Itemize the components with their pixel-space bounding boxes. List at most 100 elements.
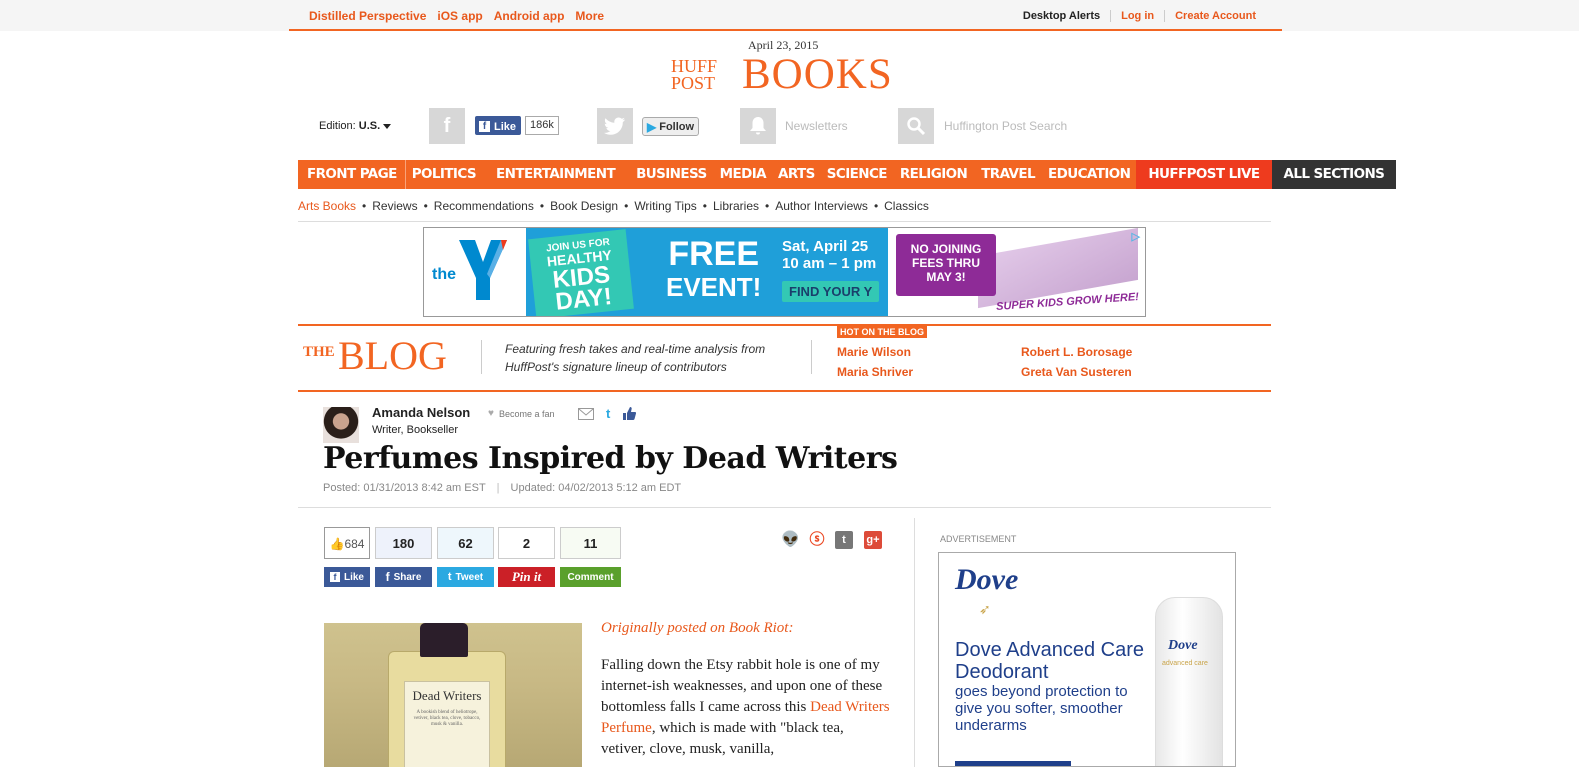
blog-tagline: Featuring fresh takes and real-time anal… (505, 342, 766, 374)
nav-all-sections[interactable]: ALL SECTIONS (1271, 160, 1397, 189)
nav-religion[interactable]: RELIGION (893, 160, 974, 189)
adchoices-icon[interactable]: ▷ (1132, 230, 1140, 243)
login-link[interactable]: Log in (1111, 10, 1166, 22)
twitter-follow-button[interactable]: ▶ Follow (642, 117, 700, 136)
side-ad[interactable]: Dove ➶ Dove Advanced Care Deodorant goes… (938, 552, 1236, 767)
article-headline: Perfumes Inspired by Dead Writers (323, 441, 898, 476)
twitter-follow-label: Follow (659, 120, 695, 133)
like-count-box: 👍684 (324, 527, 370, 559)
become-fan-label: Become a fan (498, 408, 555, 419)
nav-entertainment[interactable]: ENTERTAINMENT (482, 160, 629, 189)
ad-kids-day: JOIN US FOR HEALTHY KIDS DAY! (528, 229, 634, 316)
dove-bird-icon: ➶ (979, 601, 991, 617)
pin-it-button[interactable]: Pin it (498, 567, 555, 587)
share-button-label: Share (393, 571, 422, 583)
reddit-icon[interactable]: 👽 (781, 531, 800, 549)
desktop-alerts-link[interactable]: Desktop Alerts (1013, 10, 1112, 22)
dove-logo: Dove (955, 563, 1019, 596)
subnav-recommendations[interactable]: Recommendations (434, 199, 534, 221)
top-bar: Distilled Perspective iOS app Android ap… (0, 0, 1579, 31)
ad-find-your-y-button[interactable]: FIND YOUR Y (782, 281, 880, 302)
tumblr-icon[interactable]: t (835, 531, 853, 549)
facebook-icon[interactable]: f (429, 108, 465, 144)
nav-science[interactable]: SCIENCE (821, 160, 893, 189)
nav-travel[interactable]: TRAVEL (974, 160, 1042, 189)
stumbleupon-icon[interactable]: ⓢ (808, 531, 826, 549)
facebook-like-label: Like (494, 120, 517, 133)
subnav-reviews[interactable]: Reviews (372, 199, 417, 221)
twitter-bird-icon: ▶ (647, 119, 657, 134)
facebook-icon: f (329, 572, 340, 582)
ad-event-text: EVENT! (666, 272, 762, 302)
divider (298, 507, 1271, 508)
nav-front-page[interactable]: FRONT PAGE (298, 160, 406, 189)
subnav-author-interviews[interactable]: Author Interviews (775, 199, 868, 221)
google-plus-icon[interactable]: g+ (864, 531, 882, 549)
divider (811, 340, 812, 374)
nav-education[interactable]: EDUCATION (1042, 160, 1136, 189)
blog-header: THE BLOG Featuring fresh takes and real-… (298, 324, 1271, 392)
hot-link-robert-borosage[interactable]: Robert L. Borosage (1021, 345, 1132, 359)
top-link-android[interactable]: Android app (494, 9, 565, 23)
dove-product-brand: Dove (1168, 638, 1198, 653)
search-icon[interactable] (898, 108, 934, 144)
column-divider (914, 518, 915, 767)
become-fan-link[interactable]: ♥ Become a fan (488, 408, 554, 419)
top-link-more[interactable]: More (575, 9, 604, 23)
ad-free-event: FREE EVENT! (666, 236, 761, 302)
bottle-cap (420, 623, 468, 657)
bell-icon[interactable] (740, 108, 776, 144)
nav-business[interactable]: BUSINESS (629, 160, 714, 189)
facebook-like-button[interactable]: f Like (475, 116, 522, 135)
dove-cta-bar[interactable] (955, 761, 1071, 766)
section-title[interactable]: BOOKS (742, 52, 893, 98)
blog-logo[interactable]: BLOG (338, 334, 447, 378)
twitter-bird-icon[interactable]: t (606, 406, 610, 421)
ad-date: Sat, April 25 10 am – 1 pm (782, 238, 876, 272)
ad-promo-panel: NO JOINING FEES THRU MAY 3! SUPER KIDS G… (888, 228, 1145, 316)
tweet-button[interactable]: t Tweet (437, 567, 494, 587)
author-name[interactable]: Amanda Nelson (372, 405, 470, 420)
ad-date-line1: Sat, April 25 (782, 238, 869, 255)
nav-arts[interactable]: ARTS (772, 160, 821, 189)
subnav-book-design[interactable]: Book Design (550, 199, 618, 221)
edition-label: Edition: (319, 120, 356, 132)
tweet-button-label: Tweet (455, 571, 484, 583)
create-account-link[interactable]: Create Account (1165, 10, 1266, 22)
search-input[interactable]: Huffington Post Search (944, 119, 1067, 133)
facebook-like-button[interactable]: f Like (324, 567, 370, 587)
sub-nav: Arts Books • Reviews • Recommendations • Bo… (298, 199, 1271, 222)
huffpost-logo[interactable]: HUFF POST (671, 57, 717, 92)
article-image[interactable]: Dead Writers A bookish blend of heliotro… (324, 623, 582, 767)
bottle-label-title: Dead Writers (412, 688, 482, 703)
comment-button[interactable]: Comment (560, 567, 621, 587)
facebook-share-button[interactable]: f Share (375, 567, 432, 587)
like-button-label: Like (343, 571, 364, 583)
email-icon[interactable] (578, 407, 594, 420)
author-avatar[interactable] (323, 407, 359, 443)
main-nav: FRONT PAGE POLITICS ENTERTAINMENT BUSINE… (298, 160, 1397, 189)
subnav-separator: • (362, 199, 367, 213)
top-link-ios[interactable]: iOS app (437, 9, 482, 23)
nav-politics[interactable]: POLITICS (406, 160, 482, 189)
nav-media[interactable]: MEDIA (714, 160, 772, 189)
ad-free-text: FREE (668, 235, 760, 273)
subnav-arts-books[interactable]: Arts Books (298, 199, 356, 221)
subnav-separator: • (539, 199, 545, 213)
nav-huffpost-live[interactable]: HUFFPOST LIVE (1136, 160, 1272, 189)
top-link-distilled[interactable]: Distilled Perspective (309, 9, 426, 23)
edition-value: U.S. (358, 120, 381, 132)
thumbs-up-icon[interactable] (622, 407, 637, 420)
ad-no-joining-fees: NO JOINING FEES THRU MAY 3! (896, 234, 996, 296)
subnav-writing-tips[interactable]: Writing Tips (634, 199, 696, 221)
banner-ad[interactable]: the JOIN US FOR HEALTHY KIDS DAY! FREE E… (423, 227, 1146, 317)
edition-selector[interactable]: Edition: U.S. (319, 120, 392, 132)
hot-link-maria-shriver[interactable]: Maria Shriver (837, 365, 913, 379)
hot-link-greta-van-susteren[interactable]: Greta Van Susteren (1021, 365, 1132, 379)
subnav-classics[interactable]: Classics (884, 199, 929, 221)
twitter-icon[interactable] (597, 108, 633, 144)
author-actions: t (578, 406, 637, 421)
subnav-libraries[interactable]: Libraries (713, 199, 759, 221)
newsletters-link[interactable]: Newsletters (785, 119, 848, 133)
hot-link-marie-wilson[interactable]: Marie Wilson (837, 345, 911, 359)
